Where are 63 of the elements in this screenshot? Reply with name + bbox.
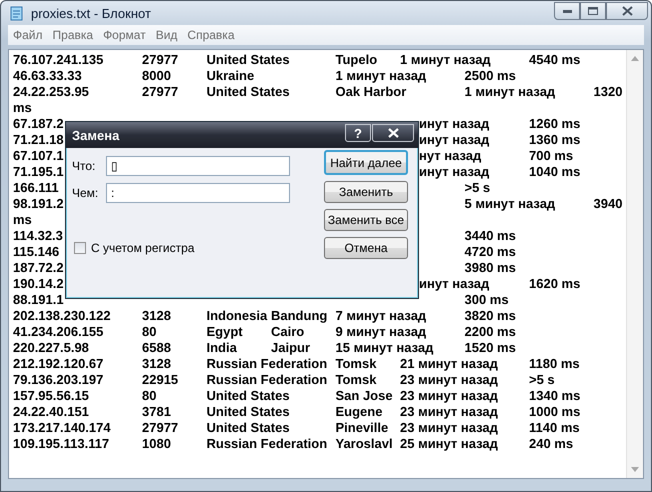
text-line-fragment: инут назад 1040 ms — [419, 164, 580, 179]
text-line-fragment: 4720 ms — [464, 244, 516, 259]
menu-item[interactable]: Вид — [150, 28, 182, 42]
text-line-fragment: 190.14.2 — [13, 276, 64, 291]
match-case-checkbox[interactable] — [74, 242, 86, 254]
text-line-fragment: 114.32.3 — [13, 228, 63, 243]
replace-field[interactable]: : — [106, 183, 290, 203]
text-line-fragment: 67.187.2 — [13, 116, 64, 131]
text-line-fragment: 67.107.1 — [13, 148, 64, 163]
notepad-icon — [9, 5, 25, 21]
text-line: 76.107.241.135 27977 United States Tupelo 1 минут назад 4540 ms — [13, 52, 580, 68]
maximize-icon — [588, 7, 598, 15]
menu-item[interactable]: Файл — [8, 28, 48, 42]
menu-item[interactable]: Правка — [48, 28, 98, 42]
close-icon — [388, 128, 398, 138]
text-line: 109.195.113.117 1080 Russian Federation Yaroslavl 25 минут назад 240 ms — [13, 436, 574, 452]
close-icon — [622, 6, 632, 16]
minimize-button[interactable] — [554, 2, 580, 20]
text-line-fragment: 300 ms — [464, 292, 509, 307]
text-line-fragment: 5 минут назад 3940 — [464, 196, 622, 211]
close-button[interactable] — [372, 124, 414, 142]
text-line: 24.22.253.95 27977 United States Oak Harbor 1 минут назад 1320 — [13, 84, 622, 100]
text-line-fragment: инут назад 1620 ms — [419, 276, 580, 291]
replace-label: Чем: — [72, 186, 100, 200]
text-line-fragment: 98.191.2 — [13, 196, 64, 211]
text-line: 79.136.203.197 22915 Russian Federation Tomsk 23 минут назад >5 s — [13, 372, 555, 388]
maximize-button[interactable] — [580, 2, 606, 20]
text-line-fragment: 187.72.2 — [13, 260, 64, 275]
menu-item[interactable]: Справка — [182, 28, 240, 42]
dialog-button[interactable]: Заменить все — [324, 209, 408, 231]
text-line: 220.227.5.98 6588 India Jaipur 15 минут назад 1520 ms — [13, 340, 516, 356]
window-title: proxies.txt - Блокнот — [31, 6, 152, 20]
match-case-label: С учетом регистра — [91, 241, 194, 255]
dialog-button[interactable]: Найти далее — [324, 150, 408, 175]
text-line: 157.95.56.15 80 United States San Jose 23 минут назад 1340 ms — [13, 388, 580, 404]
minimize-icon — [562, 10, 572, 12]
text-line-fragment: 3980 ms — [464, 260, 516, 275]
menu-item[interactable]: Формат — [98, 28, 151, 42]
find-field[interactable]: ▯ — [106, 156, 290, 176]
text-line-fragment: >5 s — [464, 180, 490, 195]
find-label: Что: — [72, 159, 96, 173]
text-line: 46.63.33.33 8000 Ukraine 1 минут назад 2500 ms — [13, 68, 516, 84]
text-line: 173.217.140.174 27977 United States Pineville 23 минут назад 1140 ms — [13, 420, 580, 436]
text-line: 41.234.206.155 80 Egypt Cairo 9 минут назад 2200 ms — [13, 324, 516, 340]
text-line: 24.22.40.151 3781 United States Eugene 23 минут назад 1000 ms — [13, 404, 580, 420]
help-button[interactable]: ? — [345, 124, 371, 142]
text-line-fragment: 115.146 — [13, 244, 60, 259]
text-line-fragment: нут назад 700 ms — [419, 148, 574, 163]
text-line-fragment: 71.195.1 — [13, 164, 64, 179]
text-line-fragment: 3440 ms — [464, 228, 516, 243]
text-line-fragment: 166.111 — [13, 180, 59, 195]
text-line: 212.192.120.67 3128 Russian Federation Tomsk 21 минут назад 1180 ms — [13, 356, 580, 372]
text-line-fragment: 88.191.1 — [13, 292, 64, 307]
close-button[interactable] — [606, 2, 648, 20]
text-line: ms — [13, 212, 32, 228]
text-line: ms — [13, 100, 32, 116]
text-line: 202.138.230.122 3128 Indonesia Bandung 7 минут назад 3820 ms — [13, 308, 516, 324]
dialog-button[interactable]: Заменить — [324, 181, 408, 203]
dialog-button[interactable]: Отмена — [324, 237, 408, 259]
text-line-fragment: инут назад 1260 ms — [419, 116, 580, 131]
dialog-title: Замена — [72, 128, 120, 142]
text-line-fragment: 71.21.18 — [13, 132, 64, 147]
text-line-fragment: инут назад 1360 ms — [419, 132, 580, 147]
